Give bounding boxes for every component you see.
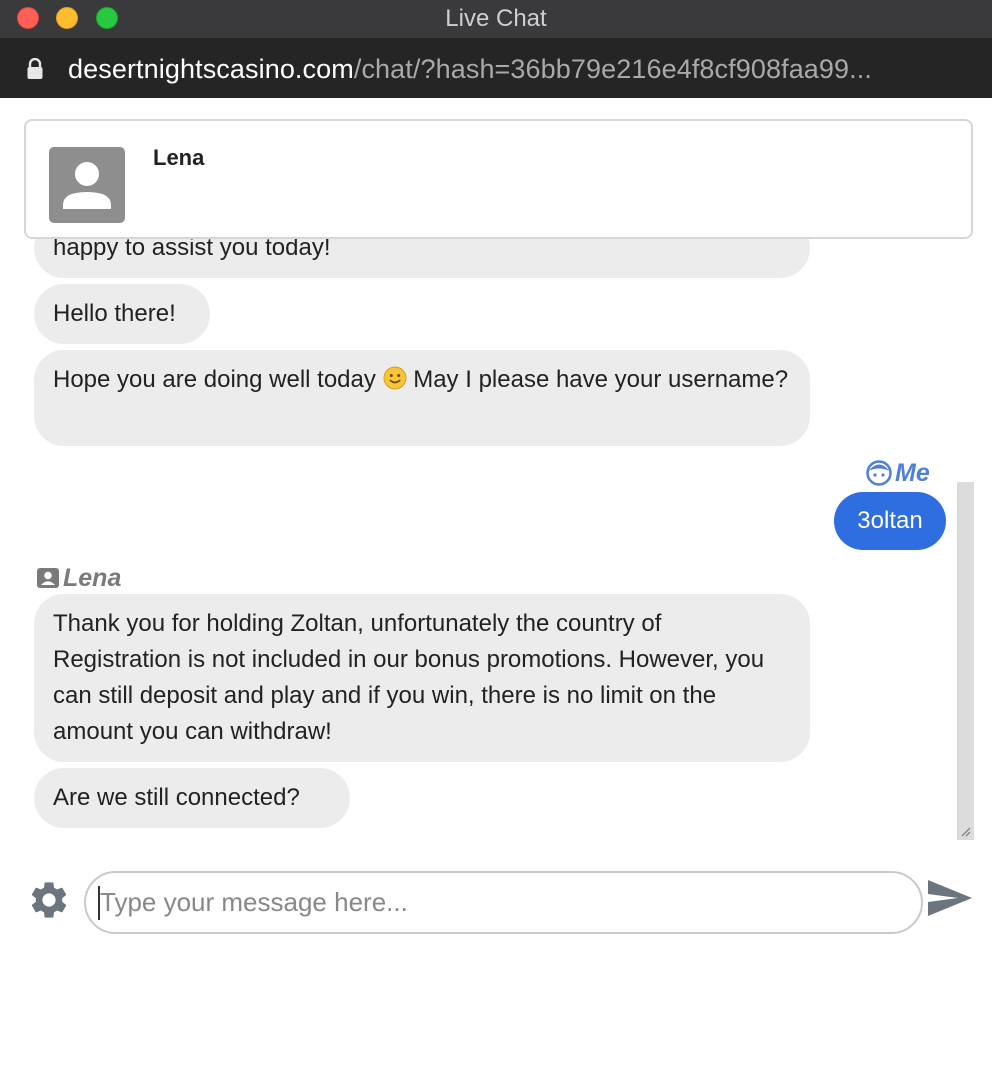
resize-handle-icon[interactable]: [958, 824, 972, 838]
url-text[interactable]: desertnightscasino.com/chat/?hash=36bb79…: [68, 38, 872, 98]
user-avatar-icon: [49, 147, 125, 223]
user-message: 3oltan: [834, 492, 946, 550]
slightly-smiling-face-icon: [383, 366, 407, 390]
window-title: Live Chat: [445, 5, 547, 32]
agent-message: Thank you for holding Zoltan, unfortunat…: [34, 594, 810, 762]
me-sender-label: Me: [866, 458, 930, 488]
agent-message: Are we still connected?: [34, 768, 350, 828]
message-text: May I please have your username?: [413, 366, 789, 393]
agent-name: Lena: [153, 145, 205, 170]
window-titlebar: Live Chat: [0, 0, 992, 39]
message-input[interactable]: [84, 871, 923, 934]
agent-label-text: Lena: [63, 563, 122, 592]
user-face-icon: [866, 460, 892, 486]
contact-card-icon: [37, 568, 59, 588]
gear-icon[interactable]: [27, 878, 71, 922]
url-host: desertnightscasino.com: [68, 54, 354, 84]
address-bar[interactable]: desertnightscasino.com/chat/?hash=36bb79…: [0, 38, 992, 98]
agent-sender-label: Lena: [36, 563, 121, 593]
agent-header-card: Lena: [24, 119, 973, 239]
message-text: Hope you are doing well today: [53, 366, 376, 393]
me-label-text: Me: [895, 458, 930, 487]
agent-message: Hope you are doing well today May I plea…: [34, 350, 810, 446]
text-caret: [98, 886, 100, 920]
url-path: /chat/?hash=36bb79e216e4f8cf908faa99...: [353, 54, 872, 84]
agent-message: Hello there!: [34, 284, 210, 344]
send-icon[interactable]: [926, 877, 974, 919]
chat-scrollbar[interactable]: [957, 482, 974, 840]
lock-icon: [27, 58, 43, 79]
